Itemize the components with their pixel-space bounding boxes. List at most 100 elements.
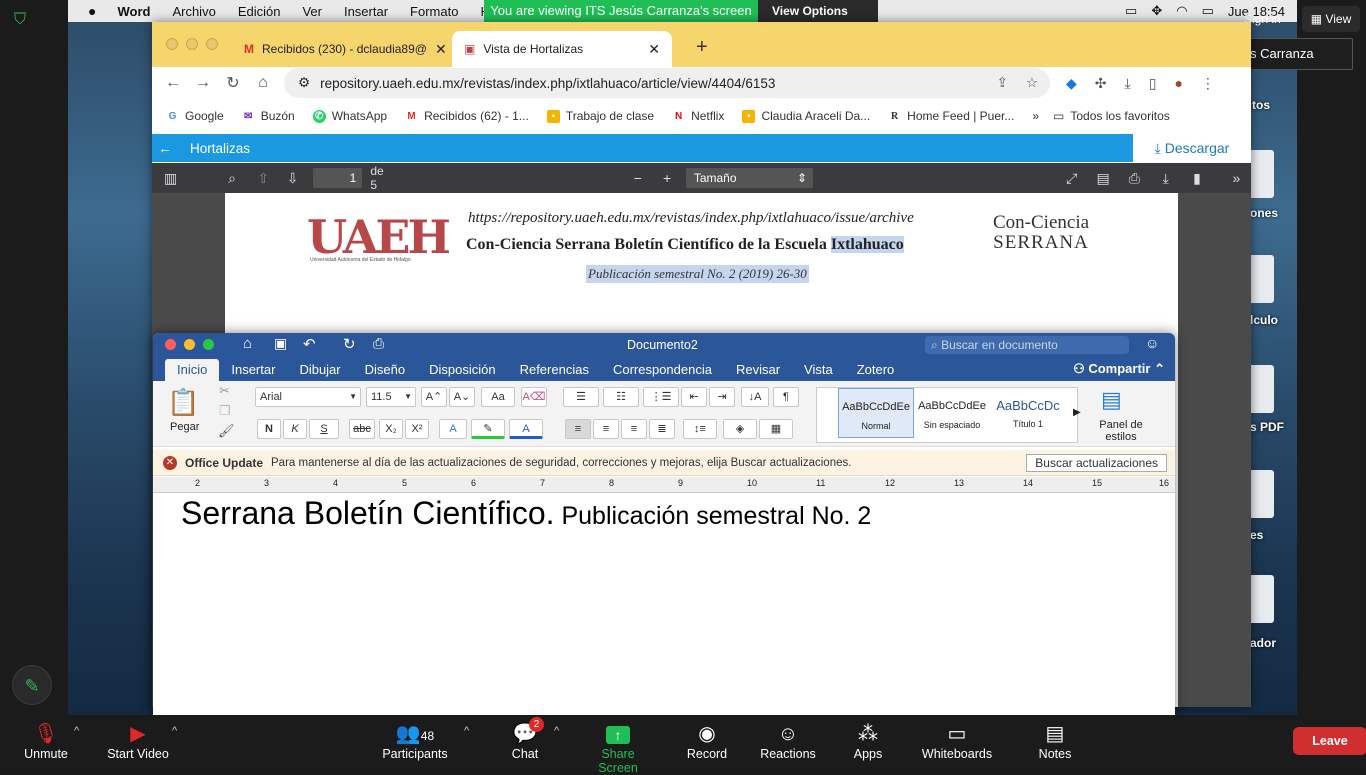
menu-formato[interactable]: Formato [399,4,469,19]
font-size-select[interactable]: 11.5 ▼ [366,387,416,407]
line-spacing-icon[interactable]: ↕≡ [683,419,717,439]
home-icon[interactable]: ⌂ [243,335,252,352]
numbering-icon[interactable]: ☷ [603,387,639,407]
view-options-button[interactable]: View Options ⌄ [758,0,878,40]
zoom-window-dot[interactable] [203,339,214,350]
check-updates-button[interactable]: Buscar actualizaciones [1026,453,1167,472]
ruler[interactable]: 2 3 4 5 6 7 8 9 10 11 12 13 14 15 16 [153,477,1175,493]
clear-format-icon[interactable]: A⌫ [521,387,547,407]
text-effects-icon[interactable]: A [439,419,467,439]
share-icon[interactable]: ⇪ [997,75,1008,91]
tab-correspondencia[interactable]: Correspondencia [601,362,724,381]
open-file-icon[interactable]: ▤ [1088,170,1117,187]
close-window-dot[interactable] [165,339,176,350]
align-left-icon[interactable]: ≡ [565,419,591,439]
download-button[interactable]: ⤓ Descargar [1133,134,1251,162]
tab-revisar[interactable]: Revisar [724,362,792,381]
bookmark-star-icon[interactable]: ☆ [1026,75,1038,91]
font-color-icon[interactable]: A [509,419,543,439]
bookmark-netflix[interactable]: N Netflix [672,109,742,123]
font-family-select[interactable]: Arial ▼ [255,387,361,407]
reactions-button[interactable]: ☺ Reactions [760,721,816,761]
unmute-button[interactable]: 🎙 Unmute [20,721,72,761]
document-search-input[interactable]: ⌕ Buscar en documento [925,336,1129,354]
close-icon[interactable]: ✕ [648,41,660,58]
tab-vista[interactable]: Vista [792,362,845,381]
address-bar[interactable]: ⚙ repository.uaeh.edu.mx/revistas/index.… [284,68,1050,98]
styles-pane-icon[interactable]: ▤ [1101,387,1122,413]
home-icon[interactable]: ⌂ [248,74,278,92]
tab-hortalizas[interactable]: ▣ Vista de Hortalizas ✕ [452,31,672,67]
tools-more-icon[interactable]: » [1222,170,1251,186]
apple-menu-icon[interactable]: ● [68,3,106,19]
underline-button[interactable]: S [309,419,339,439]
search-icon[interactable]: ⌕ [217,170,246,187]
paste-label[interactable]: Pegar [170,421,199,433]
cut-icon[interactable]: ✂ [219,383,230,399]
format-painter-icon[interactable]: 🖌 [218,423,235,439]
security-shield-icon[interactable]: ⛉ [10,10,30,30]
record-button[interactable]: ◉ Record [685,721,729,761]
close-window-dot[interactable] [166,38,178,50]
redo-icon[interactable]: ↻ [343,335,356,353]
zoom-in-icon[interactable]: + [652,170,681,186]
menu-archivo[interactable]: Archivo [161,4,226,19]
next-page-icon[interactable]: ⇩ [278,170,307,187]
superscript-button[interactable]: X² [405,419,429,439]
shading-icon[interactable]: ◈ [723,419,757,439]
tab-referencias[interactable]: Referencias [508,362,601,381]
more-bookmarks-icon[interactable]: » [1032,109,1053,123]
notes-button[interactable]: ▤ Notes [1036,721,1074,761]
whiteboards-button[interactable]: ▭ Whiteboards [920,721,994,761]
forward-icon[interactable]: → [188,74,218,92]
sort-icon[interactable]: ↓A [741,387,769,407]
annotate-pencil-icon[interactable]: ✎ [12,665,52,705]
tab-insertar[interactable]: Insertar [219,362,287,381]
align-right-icon[interactable]: ≡ [621,419,647,439]
style-sin-espaciado[interactable]: AaBbCcDdEe Sin espaciado [917,388,987,438]
tab-zotero[interactable]: Zotero [845,362,907,381]
bold-button[interactable]: N [257,419,281,439]
zoom-out-icon[interactable]: − [623,170,652,186]
close-icon[interactable]: ✕ [435,41,447,58]
apps-button[interactable]: ⁂ Apps [850,721,886,761]
shrink-font-icon[interactable]: A⌄ [449,387,475,407]
bookmark-whatsapp[interactable]: ✆ WhatsApp [312,109,405,123]
bookmark-buzon[interactable]: ✉ Buzón [242,109,313,123]
tab-disposicion[interactable]: Disposición [417,362,507,381]
highlight-icon[interactable]: ✎ [471,419,505,439]
new-tab-icon[interactable]: + [672,36,708,67]
document-text[interactable]: Serrana Boletín Científico. Publicación … [181,495,871,532]
back-arrow-icon[interactable]: ← [152,140,178,156]
tab-inicio[interactable]: Inicio [165,359,220,381]
increase-indent-icon[interactable]: ⇥ [709,387,735,407]
styles-pane-label[interactable]: Panel de estilos [1091,419,1151,443]
leave-button[interactable]: Leave [1293,727,1366,755]
bullets-icon[interactable]: ☰ [563,387,599,407]
view-button[interactable]: ▦ View [1302,6,1360,32]
copy-icon[interactable]: ❐ [219,403,231,419]
bookmark-homefeed[interactable]: R Home Feed | Puer... [888,109,1032,123]
airplay-icon[interactable]: ▭ [1125,3,1137,19]
battery-icon[interactable]: ▭ [1202,3,1214,19]
menu-ver[interactable]: Ver [291,4,333,19]
control-icon[interactable]: ✥ [1151,3,1162,19]
video-options-caret-icon[interactable]: ^ [172,725,177,737]
participants-button[interactable]: 👥48 Participants [380,721,450,761]
tab-diseno[interactable]: Diseño [353,362,417,381]
tab-gmail[interactable]: M Recibidos (230) - dclaudia89@ ✕ [232,31,452,67]
style-titulo-1[interactable]: AaBbCcDc Título 1 [993,388,1063,438]
show-formatting-icon[interactable]: ¶ [773,387,799,407]
kebab-menu-icon[interactable]: ⋮ [1201,75,1215,92]
sidebar-toggle-icon[interactable]: ▥ [156,170,185,187]
zoom-select[interactable]: Tamaño automático ⇕ [685,168,814,205]
menu-edicion[interactable]: Edición [227,4,292,19]
download-icon[interactable]: ⤓ [1125,75,1131,92]
bookmark-classroom[interactable]: ▪ Trabajo de clase [546,109,672,123]
strikethrough-button[interactable]: abc [349,419,375,439]
extension-icon[interactable]: ◆ [1066,75,1077,92]
minimize-window-dot[interactable] [186,38,198,50]
minimize-window-dot[interactable] [184,339,195,350]
prev-page-icon[interactable]: ⇧ [249,170,278,187]
style-normal[interactable]: AaBbCcDdEe Normal [838,388,914,438]
